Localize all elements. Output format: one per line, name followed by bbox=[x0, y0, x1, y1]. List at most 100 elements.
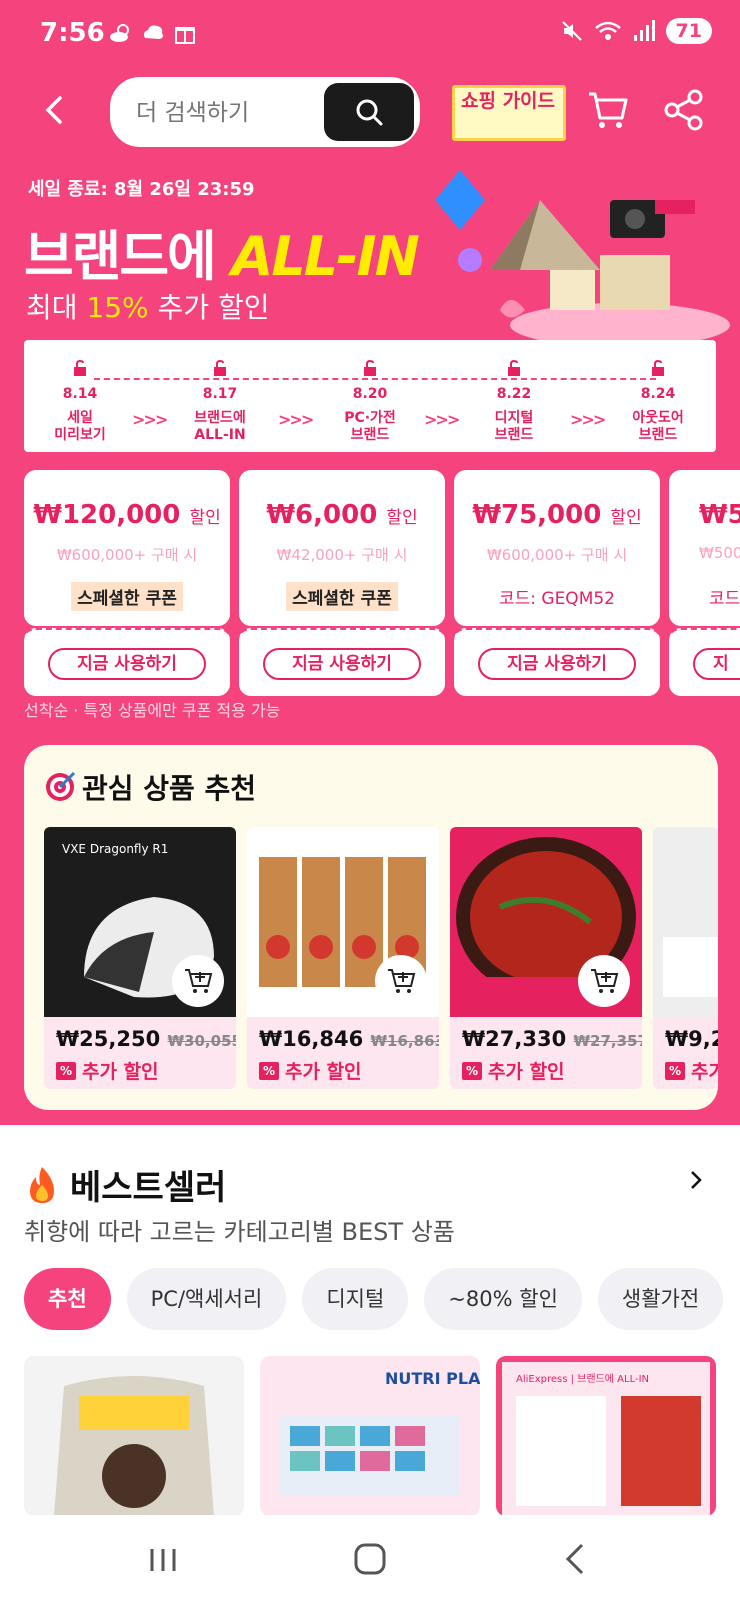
coupon-condition: ₩600,000+ 구매 시 bbox=[56, 546, 198, 564]
back-arrow-icon[interactable] bbox=[34, 90, 74, 130]
search-input[interactable] bbox=[136, 93, 316, 133]
use-now-button[interactable]: 지금 사용하기 bbox=[263, 648, 421, 680]
product-original-price: ₩30,055 bbox=[167, 1032, 236, 1050]
mute-icon bbox=[561, 21, 582, 41]
percent-icon: % bbox=[462, 1061, 482, 1080]
banner-sub-accent: 15% bbox=[86, 291, 149, 324]
chevron-right-icon[interactable] bbox=[684, 1168, 708, 1192]
sale-timeline: 8.14 세일 미리보기 >>> 8.17 브랜드에 ALL-IN >>> 8.20… bbox=[24, 340, 716, 452]
bestseller-card[interactable]: NUTRI PLAN bbox=[260, 1356, 480, 1516]
cloud-icon bbox=[144, 25, 163, 39]
product-original-price: ₩27,357 bbox=[573, 1032, 642, 1050]
bestseller-subtitle: 취향에 따라 고르는 카테고리별 BEST 상품 bbox=[24, 1218, 455, 1246]
chip-80-discount[interactable]: ~80% 할인 bbox=[424, 1268, 582, 1330]
status-time: 7:56 bbox=[40, 18, 105, 48]
coupon-code: 코드 bbox=[709, 589, 740, 609]
coupon-footer: 지 bbox=[669, 628, 740, 696]
timeline-arrow: >>> bbox=[424, 410, 460, 429]
coupon-condition: ₩42,000+ 구매 시 bbox=[276, 546, 408, 564]
timeline-date: 8.14 bbox=[62, 386, 98, 402]
add-cart-icon bbox=[185, 969, 213, 993]
coupon-body: ₩6,000 할인 ₩42,000+ 구매 시 스페셜한 쿠폰 bbox=[239, 470, 445, 626]
bestseller-card[interactable] bbox=[24, 1356, 244, 1516]
bestseller-card-image: AliExpress | 브랜드에 ALL-IN bbox=[502, 1362, 710, 1516]
chip-recommended[interactable]: 추천 bbox=[24, 1268, 111, 1330]
coupon-notice: 선착순 · 특정 상품에만 쿠폰 적용 가능 bbox=[24, 701, 281, 720]
recent-apps-icon[interactable] bbox=[138, 1539, 188, 1579]
coupon-tag: 스페셜한 쿠폰 bbox=[286, 582, 398, 611]
timeline-stage-2[interactable]: 8.17 브랜드에 ALL-IN bbox=[170, 359, 270, 444]
timeline-arrow: >>> bbox=[278, 410, 314, 429]
product-price: ₩9,2 bbox=[665, 1027, 718, 1051]
product-card[interactable]: VXE Dragonfly R1 ₩25,250 ₩30,055 % 추가 할인 bbox=[44, 827, 236, 1089]
home-icon[interactable] bbox=[345, 1539, 395, 1579]
banner-illustration[interactable] bbox=[430, 160, 730, 340]
banner-headline-main: 브랜드에 bbox=[24, 225, 232, 288]
bestseller-card[interactable]: AliExpress | 브랜드에 ALL-IN bbox=[496, 1356, 716, 1516]
timeline-date: 8.20 bbox=[352, 386, 388, 402]
unlock-icon bbox=[508, 359, 520, 376]
percent-icon: % bbox=[665, 1061, 685, 1080]
product-card-partial[interactable]: ₩9,2 %추가 bbox=[653, 827, 718, 1089]
recommend-section: 관심 상품 추천 VXE Dragonfly R1 ₩25,250 ₩30,05… bbox=[24, 745, 718, 1110]
chip-pc-accessories[interactable]: PC/액세서리 bbox=[126, 1268, 287, 1330]
product-image bbox=[653, 827, 718, 1017]
product-price: ₩16,846 ₩16,863 bbox=[259, 1027, 439, 1051]
coupon-footer: 지금 사용하기 bbox=[239, 628, 445, 696]
use-now-button[interactable]: 지금 사용하기 bbox=[48, 648, 206, 680]
use-now-button[interactable]: 지 bbox=[693, 648, 740, 680]
timeline-date: 8.17 bbox=[202, 386, 238, 402]
percent-icon: % bbox=[259, 1061, 279, 1080]
svg-text:NUTRI PLAN: NUTRI PLAN bbox=[385, 1369, 480, 1388]
timeline-stage-3[interactable]: 8.20 PC·가전 브랜드 bbox=[320, 359, 420, 444]
timeline-stage-4[interactable]: 8.22 디지털 브랜드 bbox=[464, 359, 564, 444]
unlock-icon bbox=[214, 359, 226, 376]
cart-icon[interactable] bbox=[586, 88, 630, 132]
search-button[interactable] bbox=[324, 83, 414, 141]
product-card[interactable]: ₩27,330 ₩27,357 % 추가 할인 bbox=[450, 827, 642, 1089]
system-navigation-bar bbox=[0, 1515, 740, 1603]
svg-text:AliExpress | 브랜드에 ALL-IN: AliExpress | 브랜드에 ALL-IN bbox=[516, 1373, 649, 1385]
share-icon[interactable] bbox=[662, 88, 706, 132]
wifi-icon bbox=[594, 21, 621, 40]
product-card[interactable]: ₩16,846 ₩16,863 % 추가 할인 bbox=[247, 827, 439, 1089]
status-bar: 7:56 71 bbox=[0, 0, 740, 70]
coupon-code: 코드: GEQM52 bbox=[498, 589, 615, 609]
bestseller-card-image: NUTRI PLAN bbox=[280, 1369, 480, 1496]
use-now-button[interactable]: 지금 사용하기 bbox=[478, 648, 636, 680]
fire-icon bbox=[30, 1166, 54, 1203]
timeline-stage-1[interactable]: 8.14 세일 미리보기 bbox=[30, 359, 130, 444]
add-to-cart-button[interactable] bbox=[375, 955, 427, 1007]
chip-digital[interactable]: 디지털 bbox=[302, 1268, 409, 1330]
product-original-price: ₩16,863 bbox=[370, 1032, 439, 1050]
status-notification-icons bbox=[108, 20, 198, 46]
banner-headline-accent: ALL-IN bbox=[231, 225, 420, 288]
timeline-label: 브랜드에 ALL-IN bbox=[194, 410, 246, 443]
timeline-arrow: >>> bbox=[132, 410, 168, 429]
add-cart-icon bbox=[591, 969, 619, 993]
coupon-amount: ₩75,000 할인 bbox=[472, 500, 642, 530]
unlock-icon bbox=[74, 359, 86, 376]
unlock-icon bbox=[652, 359, 664, 376]
product-price: ₩25,250 ₩30,055 bbox=[56, 1027, 236, 1051]
recommend-title: 관심 상품 추천 bbox=[44, 767, 256, 807]
bestseller-title: 베스트셀러 bbox=[24, 1160, 226, 1209]
gift-icon bbox=[175, 27, 195, 44]
coupon-footer: 지금 사용하기 bbox=[454, 628, 660, 696]
timeline-stage-5[interactable]: 8.24 아웃도어 브랜드 bbox=[608, 359, 708, 444]
coupon-amount: ₩6,000 할인 bbox=[266, 500, 418, 530]
timeline-date: 8.24 bbox=[640, 386, 676, 402]
unlock-icon bbox=[364, 359, 376, 376]
percent-icon: % bbox=[56, 1061, 76, 1080]
banner-sub-pre: 최대 bbox=[26, 291, 87, 324]
add-to-cart-button[interactable] bbox=[578, 955, 630, 1007]
sale-end-text: 세일 종료: 8월 26일 23:59 bbox=[28, 179, 255, 200]
back-nav-icon[interactable] bbox=[552, 1539, 602, 1579]
coupon-card-partial: ₩57 ₩500 코드 지 bbox=[669, 470, 740, 696]
extra-discount-label: % 추가 할인 bbox=[259, 1057, 362, 1084]
add-to-cart-button[interactable] bbox=[172, 955, 224, 1007]
banner-sub-post: 추가 할인 bbox=[148, 291, 270, 324]
category-chips: 추천 PC/액세서리 디지털 ~80% 할인 생활가전 bbox=[24, 1268, 724, 1330]
chip-home-appliances[interactable]: 생활가전 bbox=[597, 1268, 724, 1330]
shopping-guide-button[interactable]: 쇼핑 가이드 bbox=[452, 85, 566, 141]
